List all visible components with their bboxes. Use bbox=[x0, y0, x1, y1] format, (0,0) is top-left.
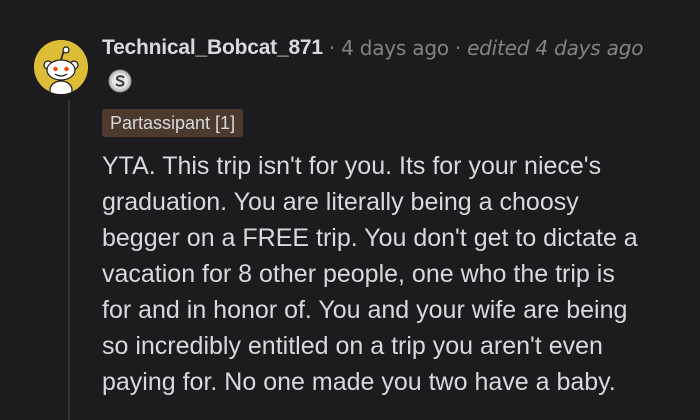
comment-meta: Technical_Bobcat_871 · 4 days ago · edit… bbox=[102, 33, 643, 63]
meta-separator: · bbox=[328, 36, 336, 60]
comment-thread-line[interactable] bbox=[68, 100, 70, 420]
comment-body-line: so incredibly entitled on a trip you are… bbox=[102, 332, 603, 360]
meta-separator: · bbox=[454, 36, 462, 60]
comment-body-line: paying for. No one made you two have a b… bbox=[102, 368, 616, 396]
comment-body-line: for and in honor of. You and your wife a… bbox=[102, 296, 628, 324]
comment-body-line: YTA. This trip isn't for you. Its for yo… bbox=[102, 152, 602, 180]
comment-body-line: graduation. You are literally being a ch… bbox=[102, 188, 579, 216]
award-badge[interactable] bbox=[108, 69, 132, 93]
silver-award-icon bbox=[108, 69, 132, 93]
username-link[interactable]: Technical_Bobcat_871 bbox=[102, 36, 323, 60]
snoo-avatar-icon bbox=[34, 40, 88, 94]
comment-body-line: vacation for 8 other people, one who the… bbox=[102, 260, 615, 288]
comment-body-line: begger on a FREE trip. You don't get to … bbox=[102, 224, 638, 252]
comment-body: YTA. This trip isn't for you. Its for yo… bbox=[102, 148, 692, 400]
avatar[interactable] bbox=[34, 40, 88, 94]
edited-timestamp: edited 4 days ago bbox=[467, 36, 644, 60]
timestamp[interactable]: 4 days ago bbox=[341, 36, 449, 60]
user-flair: Partassipant [1] bbox=[102, 109, 244, 137]
